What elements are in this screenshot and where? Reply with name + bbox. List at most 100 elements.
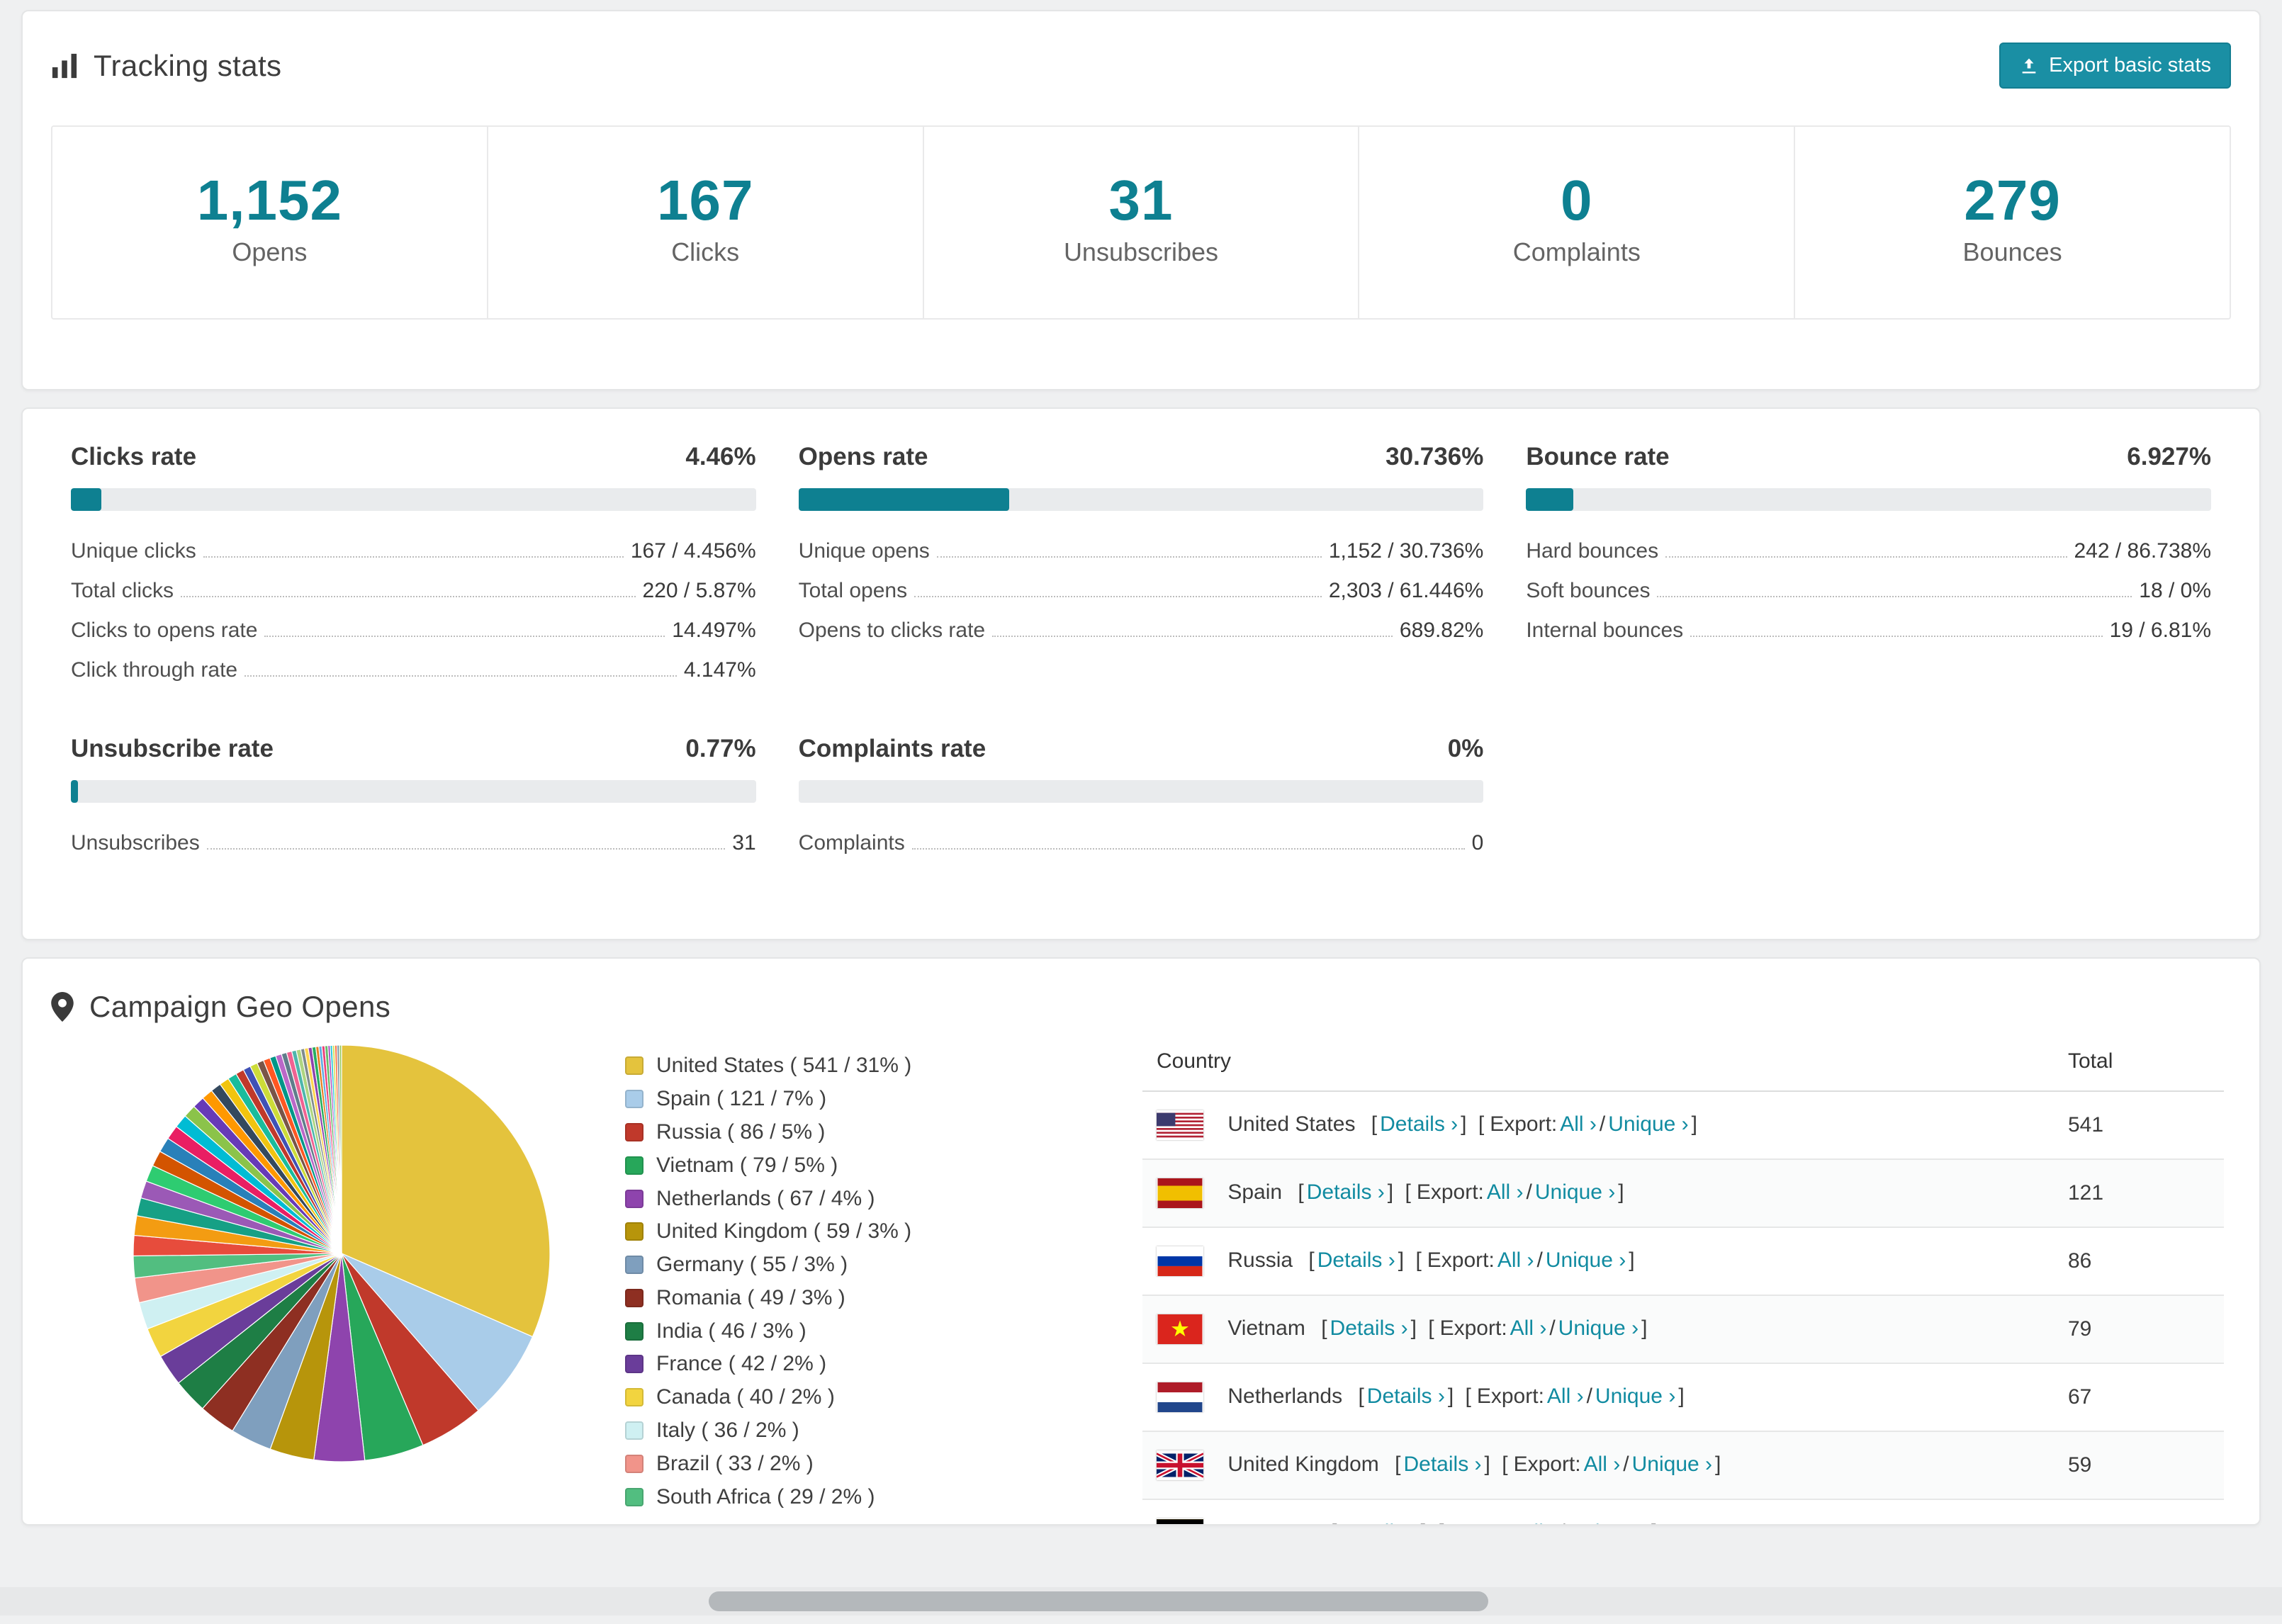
legend-swatch — [625, 1288, 643, 1307]
legend-item-romania: Romania ( 49 / 3% ) — [625, 1281, 1100, 1314]
bar-chart-icon — [51, 52, 78, 79]
geo-total-value: 86 — [2054, 1227, 2224, 1296]
stat-row: Total clicks 220 / 5.87% — [71, 579, 756, 602]
russia-flag-icon — [1157, 1246, 1203, 1276]
legend-item-vietnam: Vietnam ( 79 / 5% ) — [625, 1149, 1100, 1182]
tracking-stats-card: Tracking stats Export basic stats 1,152 … — [21, 10, 2261, 390]
geo-total-value: 121 — [2054, 1159, 2224, 1228]
netherlands-flag-icon — [1157, 1382, 1203, 1412]
chevron-right-icon: › — [1534, 1316, 1547, 1340]
geo-total-value: 67 — [2054, 1363, 2224, 1432]
export-unique-link[interactable]: Unique › — [1595, 1385, 1675, 1408]
bounce-rate-value: 6.927% — [2127, 443, 2211, 470]
legend-item-canada: Canada ( 40 / 2% ) — [625, 1381, 1100, 1414]
chevron-right-icon: › — [1510, 1180, 1524, 1204]
legend-swatch — [625, 1090, 643, 1109]
legend-swatch — [625, 1222, 643, 1241]
tracking-stats-header: Tracking stats Export basic stats — [23, 11, 2259, 89]
geo-table-row-spain: Spain [Details ›] [Export: All › / Unique ›… — [1142, 1159, 2224, 1228]
clicks-rate-title: Clicks rate — [71, 443, 197, 470]
export-unique-link[interactable]: Unique › — [1568, 1521, 1648, 1524]
stat-row: Hard bounces 242 / 86.738% — [1526, 539, 2211, 563]
complaints-rate-block: Complaints rate 0% Complaints 0 — [798, 735, 1484, 859]
details-link[interactable]: Details › — [1307, 1180, 1385, 1204]
stat-row: Internal bounces 19 / 6.81% — [1526, 619, 2211, 642]
chevron-right-icon: › — [1432, 1384, 1445, 1408]
chevron-right-icon: › — [1468, 1452, 1482, 1476]
export-all-link[interactable]: All › — [1520, 1521, 1557, 1524]
export-unique-link[interactable]: Unique › — [1558, 1316, 1639, 1340]
legend-swatch — [625, 1156, 643, 1175]
legend-item-italy: Italy ( 36 / 2% ) — [625, 1414, 1100, 1448]
clicks-rate-progressbar — [71, 488, 756, 511]
export-basic-stats-button[interactable]: Export basic stats — [1999, 43, 2231, 89]
geo-card-title-text: Campaign Geo Opens — [89, 990, 391, 1023]
horizontal-scrollbar-thumb[interactable] — [709, 1591, 1488, 1611]
export-all-link[interactable]: All › — [1547, 1385, 1584, 1408]
geo-total-value: 79 — [2054, 1295, 2224, 1364]
legend-swatch — [625, 1487, 643, 1506]
export-all-link[interactable]: All › — [1510, 1316, 1547, 1340]
geo-table-row-united-states: United States [Details ›] [Export: All › /… — [1142, 1091, 2224, 1160]
legend-swatch — [625, 1388, 643, 1407]
details-link[interactable]: Details › — [1367, 1385, 1445, 1408]
chevron-right-icon: › — [1583, 1112, 1597, 1136]
chevron-right-icon: › — [1675, 1112, 1689, 1136]
stat-clicks-value: 167 — [656, 169, 754, 232]
chevron-right-icon: › — [1382, 1248, 1395, 1272]
details-link[interactable]: Details › — [1317, 1248, 1395, 1272]
export-all-link[interactable]: All › — [1487, 1180, 1524, 1204]
stat-row: Unique clicks 167 / 4.456% — [71, 539, 756, 563]
export-all-link[interactable]: All › — [1497, 1248, 1534, 1272]
export-unique-link[interactable]: Unique › — [1546, 1248, 1626, 1272]
export-unique-link[interactable]: Unique › — [1632, 1453, 1712, 1476]
export-all-link[interactable]: All › — [1560, 1112, 1597, 1136]
uk-flag-icon — [1157, 1450, 1203, 1480]
stat-unsubscribes-label: Unsubscribes — [1063, 237, 1219, 266]
legend-item-united-kingdom: United Kingdom ( 59 / 3% ) — [625, 1215, 1100, 1248]
details-link[interactable]: Details › — [1330, 1316, 1408, 1340]
chevron-right-icon: › — [1612, 1248, 1626, 1272]
us-flag-icon — [1157, 1110, 1203, 1140]
stat-row: Soft bounces 18 / 0% — [1526, 579, 2211, 602]
stat-row: Unsubscribes 31 — [71, 831, 756, 855]
geo-opens-pie-chart — [133, 1044, 551, 1462]
legend-item-brazil: Brazil ( 33 / 2% ) — [625, 1447, 1100, 1480]
geo-total-value: 541 — [2054, 1091, 2224, 1160]
export-unique-link[interactable]: Unique › — [1535, 1180, 1615, 1204]
stat-row: Clicks to opens rate 14.497% — [71, 619, 756, 642]
stat-row: Opens to clicks rate 689.82% — [798, 619, 1484, 642]
stat-complaints-label: Complaints — [1512, 237, 1641, 266]
export-unique-link[interactable]: Unique › — [1608, 1112, 1688, 1136]
details-link[interactable]: Details › — [1380, 1112, 1458, 1136]
tracking-stats-title-text: Tracking stats — [94, 48, 282, 82]
geo-table: Country Total United States [Details ›] … — [1142, 1032, 2224, 1524]
chevron-right-icon: › — [1699, 1452, 1713, 1476]
stat-opens-label: Opens — [232, 237, 308, 266]
legend-item-spain: Spain ( 121 / 7% ) — [625, 1083, 1100, 1116]
chevron-right-icon: › — [1405, 1521, 1417, 1524]
geo-table-row-vietnam: Vietnam [Details ›] [Export: All › / Unique… — [1142, 1295, 2224, 1364]
geo-total-value: 55 — [2054, 1499, 2224, 1524]
stat-opens: 1,152 Opens — [52, 127, 488, 318]
legend-item-russia: Russia ( 86 / 5% ) — [625, 1116, 1100, 1149]
complaints-rate-progressbar — [798, 780, 1484, 803]
geo-card-header: Campaign Geo Opens — [23, 959, 2259, 1024]
unsubscribe-rate-block: Unsubscribe rate 0.77% Unsubscribes 31 — [71, 735, 756, 859]
chevron-right-icon: › — [1602, 1180, 1616, 1204]
legend-swatch — [625, 1189, 643, 1208]
export-basic-stats-label: Export basic stats — [2049, 54, 2211, 77]
country-column-header: Country — [1142, 1032, 2054, 1092]
legend-item-germany: Germany ( 55 / 3% ) — [625, 1248, 1100, 1282]
geo-pie-legend: United States ( 541 / 31% ) Spain ( 121 … — [625, 1049, 1100, 1513]
stat-complaints-value: 0 — [1561, 169, 1593, 232]
legend-swatch — [625, 1454, 643, 1473]
total-column-header: Total — [2054, 1032, 2224, 1092]
legend-swatch — [625, 1056, 643, 1076]
complaints-rate-value: 0% — [1447, 735, 1484, 762]
details-link[interactable]: Details › — [1404, 1453, 1482, 1476]
chevron-right-icon: › — [1607, 1452, 1621, 1476]
details-link[interactable]: Details › — [1339, 1521, 1417, 1524]
export-all-link[interactable]: All › — [1584, 1453, 1621, 1476]
stat-row: Unique opens 1,152 / 30.736% — [798, 539, 1484, 563]
